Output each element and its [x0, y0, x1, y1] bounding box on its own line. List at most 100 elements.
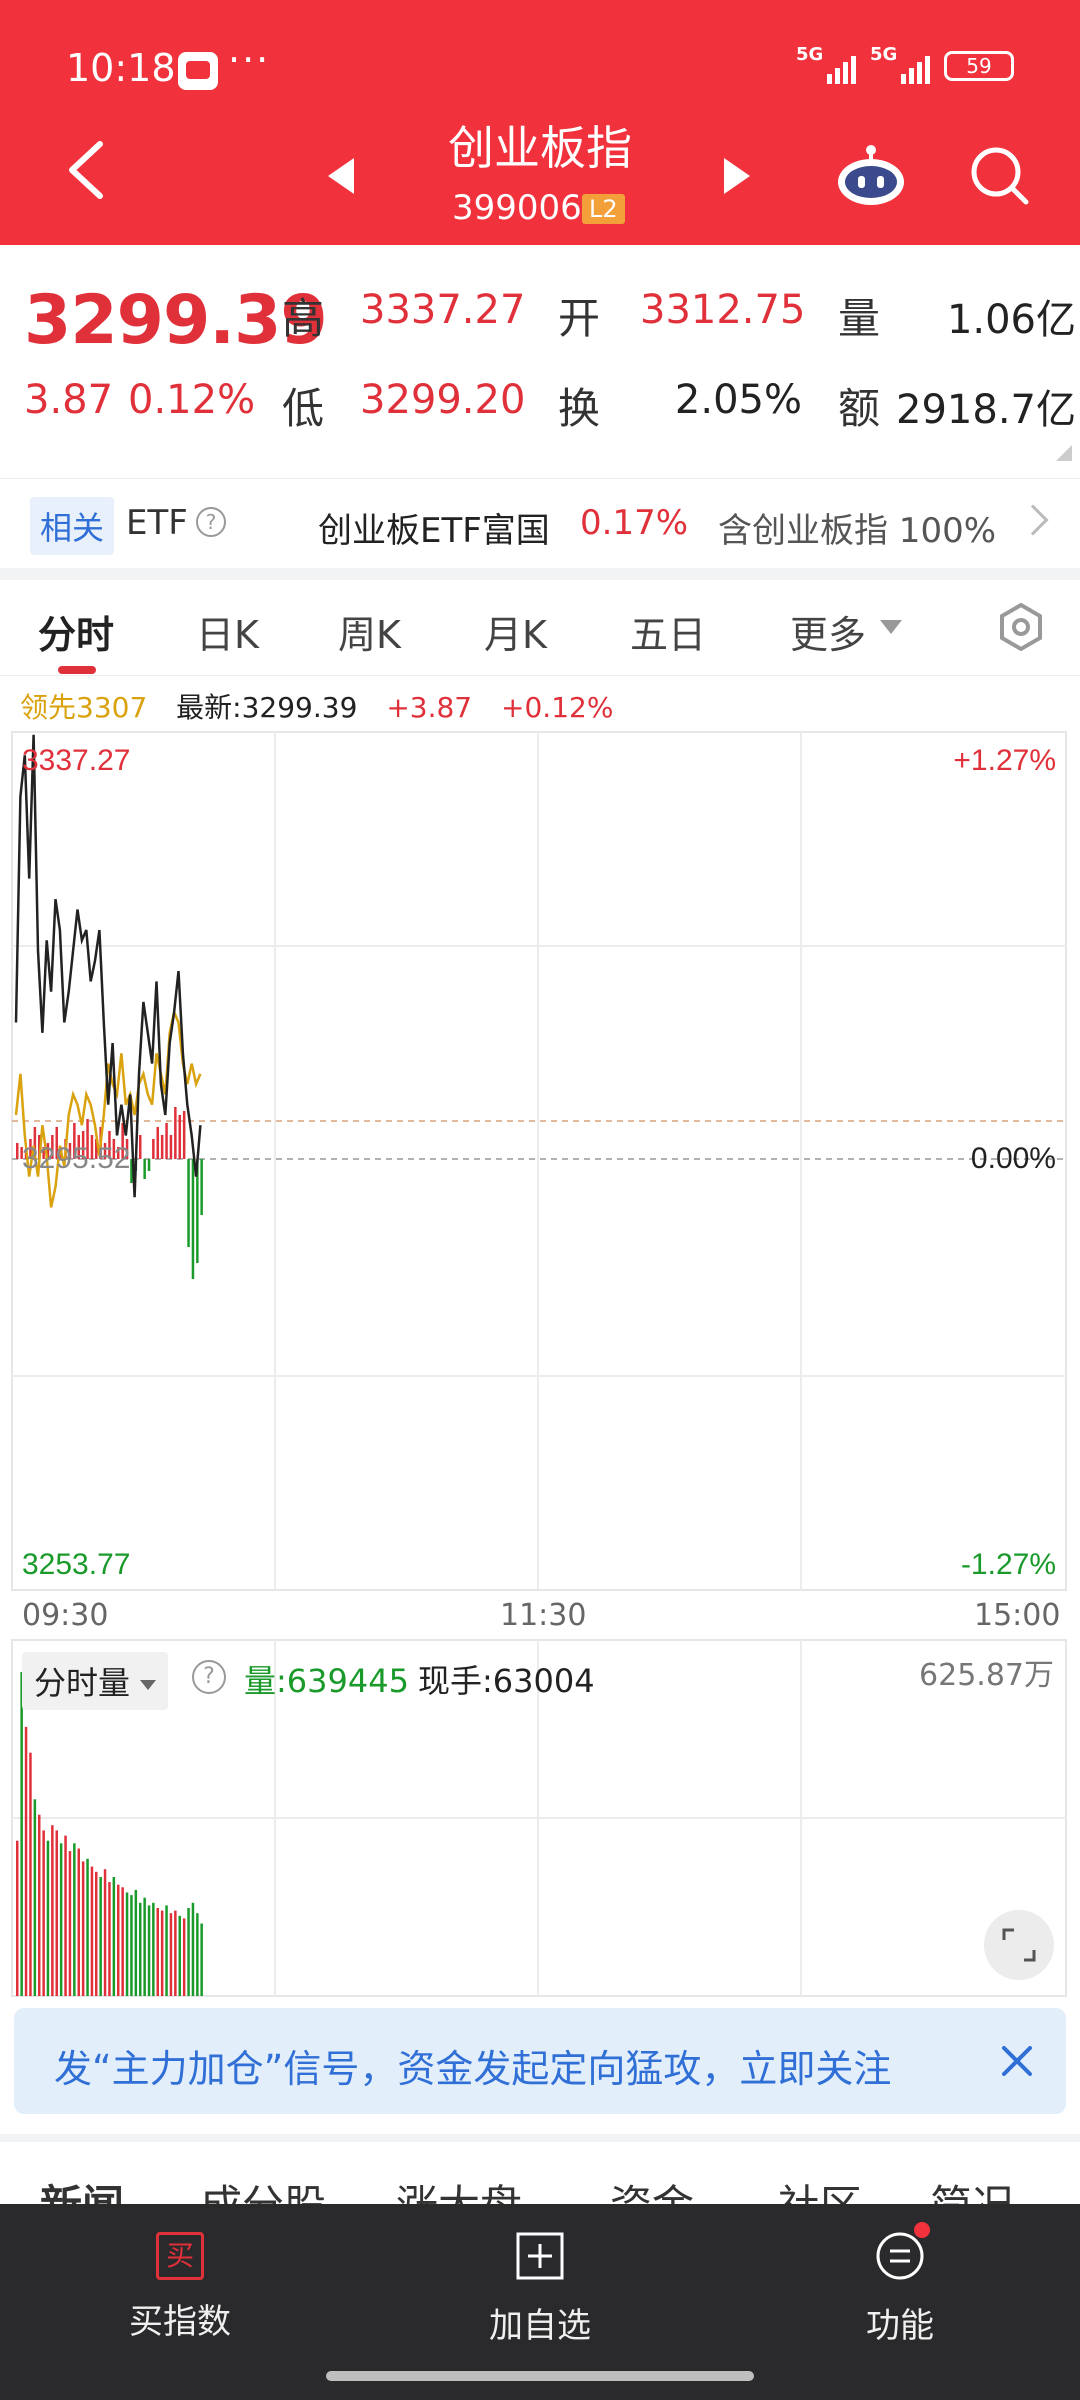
home-indicator[interactable] [326, 2371, 754, 2381]
tab-intraday[interactable]: 分时 [38, 604, 114, 659]
volume-bar [117, 1884, 120, 1996]
diff-bar [178, 1115, 181, 1159]
buy-index-button[interactable]: 买 买指数 [80, 2232, 280, 2343]
diff-bar [200, 1159, 203, 1215]
diff-bar [156, 1127, 159, 1159]
volume-max-label: 625.87万 [919, 1658, 1054, 1693]
x-tick-end: 15:00 [974, 1598, 1061, 1633]
prev-index-arrow-icon[interactable] [328, 158, 354, 194]
chevron-right-icon[interactable] [1017, 504, 1049, 536]
tab-news[interactable]: 新闻 [40, 2172, 124, 2204]
pct-label-mid: 0.00% [971, 1142, 1056, 1175]
volume-bar [59, 1843, 63, 1996]
dropdown-caret-icon [140, 1680, 157, 1690]
tab-monthly-k[interactable]: 月K [484, 604, 547, 659]
tab-daily-k[interactable]: 日K [196, 604, 259, 659]
y-label-bottom: 3253.77 [22, 1548, 130, 1581]
add-watchlist-button[interactable]: 加自选 [440, 2232, 640, 2347]
battery-icon: 59 [944, 51, 1014, 81]
next-index-arrow-icon[interactable] [724, 158, 750, 194]
volume-bar [165, 1905, 168, 1996]
volume-bar [24, 1726, 28, 1996]
banner-text: 发“主力加仓”信号，资金发起定向猛攻，立即关注 [54, 2047, 892, 2091]
diff-bar [182, 1111, 186, 1159]
volume-bar [152, 1902, 155, 1996]
help-question-icon[interactable]: ? [196, 507, 226, 537]
volume-help-icon[interactable]: ? [192, 1660, 226, 1694]
tab-five-day[interactable]: 五日 [630, 604, 706, 659]
x-tick-start: 09:30 [22, 1598, 109, 1633]
volume-bar [95, 1871, 98, 1996]
fullscreen-expand-icon[interactable] [984, 1910, 1054, 1980]
volume-bar [130, 1895, 133, 1996]
section-tabs: 新闻 成分股 涨大盘 资金 社区 简况(F1 [0, 2142, 1080, 2204]
tab-profile[interactable]: 简况(F1 [930, 2172, 1080, 2204]
close-icon[interactable] [988, 2032, 1046, 2090]
tab-more[interactable]: 更多 [790, 604, 866, 659]
diff-bar [169, 1135, 173, 1159]
signal-icon-1: 5G [796, 44, 856, 84]
chart-grid [12, 732, 1066, 1590]
tab-market[interactable]: 涨大盘 [396, 2172, 522, 2204]
diff-bar [143, 1159, 146, 1179]
chart-settings-icon[interactable] [996, 602, 1046, 652]
diff-bar [191, 1159, 195, 1279]
volume-bar [178, 1915, 181, 1996]
diff-bar [16, 1143, 19, 1159]
volume-bar [196, 1913, 199, 1996]
volume-value: 1.06亿 [946, 297, 1076, 343]
low-label: 低 [282, 384, 325, 433]
promo-banner[interactable]: 发“主力加仓”信号，资金发起定向猛攻，立即关注 [14, 2008, 1066, 2114]
volume-bar [108, 1882, 111, 1996]
volume-bar [187, 1908, 190, 1996]
turnover-value: 2.05% [674, 377, 802, 423]
related-etf-row[interactable]: 相关 ETF ? 创业板ETF富国 0.17% 含创业板指 100% [0, 478, 1080, 568]
volume-bar [99, 1877, 102, 1996]
tab-community[interactable]: 社区 [778, 2172, 862, 2204]
volume-bars [16, 1672, 203, 1996]
etf-contains-info: 含创业板指 100% [718, 511, 997, 551]
pct-label-bottom: -1.27% [961, 1548, 1056, 1581]
high-value: 3337.27 [360, 287, 526, 333]
ai-assistant-robot-icon[interactable] [836, 144, 906, 206]
status-indicators: 5G 5G 59 [796, 44, 1014, 84]
intraday-price-chart[interactable]: 3337.27 3295.52 3253.77 +1.27% 0.00% -1.… [0, 720, 1080, 1594]
volume-indicator-dropdown[interactable]: 分时量 [22, 1652, 169, 1710]
volume-bar [156, 1908, 159, 1996]
etf-label: ETF [126, 503, 188, 543]
etf-name: 创业板ETF富国 [318, 511, 550, 551]
search-icon[interactable] [968, 144, 1030, 206]
diff-bar [165, 1123, 168, 1159]
diff-bar [152, 1139, 155, 1159]
high-label: 高 [282, 294, 325, 343]
back-arrow-icon[interactable] [64, 140, 112, 200]
functions-button[interactable]: 功能 [800, 2222, 1000, 2347]
volume-bar [121, 1887, 124, 1996]
y-label-mid: 3295.52 [22, 1142, 130, 1175]
tab-funds[interactable]: 资金 [610, 2172, 694, 2204]
tab-constituents[interactable]: 成分股 [200, 2172, 326, 2204]
app-notification-icon [178, 52, 218, 90]
volume-bar [81, 1861, 85, 1996]
time-axis: 09:30 11:30 15:00 [0, 1594, 1080, 1634]
amount-value: 2918.7亿 [896, 387, 1076, 433]
top-header: 10:18 ··· 5G 5G 59 创业板指 399006 L2 [0, 0, 1080, 245]
turnover-label: 换 [558, 384, 601, 433]
volume-bar [46, 1840, 50, 1996]
volume-bar [125, 1892, 129, 1996]
tab-weekly-k[interactable]: 周K [338, 604, 401, 659]
index-code: 399006 [452, 188, 582, 228]
lead-line [14, 1008, 202, 1208]
volume-bar [182, 1918, 186, 1996]
signal-icon-2: 5G [870, 44, 930, 84]
price-change: 3.87 [24, 377, 114, 423]
volume-bar [103, 1869, 107, 1996]
open-value: 3312.75 [640, 287, 806, 333]
diff-bar [187, 1159, 190, 1247]
expand-quote-triangle-icon[interactable] [1056, 445, 1072, 461]
volume-bar [68, 1851, 72, 1996]
volume-bar [16, 1840, 19, 1996]
diff-bar [139, 1135, 142, 1159]
quote-panel: 3299.39 3.87 0.12% 高 3337.27 开 3312.75 量… [0, 245, 1080, 475]
volume-bar [73, 1843, 76, 1996]
